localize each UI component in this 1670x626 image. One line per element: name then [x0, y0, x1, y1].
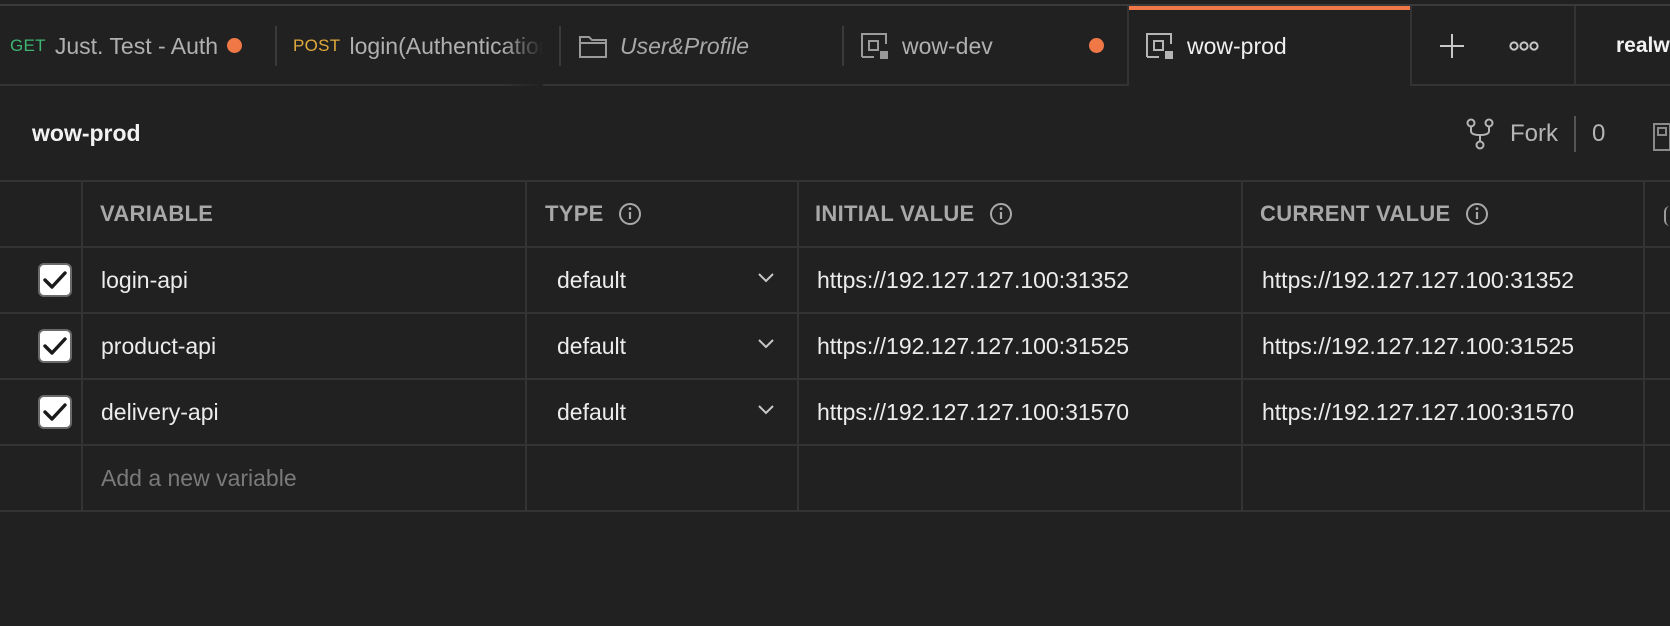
active-tab-indicator	[1129, 6, 1410, 10]
header-check-cell	[0, 182, 83, 246]
column-header-type: TYPE	[527, 182, 799, 246]
fork-count[interactable]: 0	[1592, 120, 1605, 148]
fork-divider	[1574, 116, 1576, 152]
environment-title[interactable]: wow-prod	[32, 120, 141, 147]
tab-label: Just. Test - Auth	[54, 32, 219, 59]
variable-name-cell[interactable]: product-api	[83, 314, 527, 378]
column-header-initial-value: INITIAL VALUE	[799, 182, 1243, 246]
fork-icon	[1466, 118, 1494, 150]
tab-label: User&Profile	[620, 32, 750, 59]
column-options-cell[interactable]	[1645, 182, 1670, 246]
new-variable-input[interactable]: Add a new variable	[83, 446, 527, 510]
info-icon[interactable]	[1465, 202, 1489, 226]
variable-name-cell[interactable]: delivery-api	[83, 380, 527, 444]
chevron-down-icon	[758, 339, 774, 349]
post-method-label: POST	[293, 36, 341, 55]
current-value-cell[interactable]: https://192.127.127.100:31352	[1243, 248, 1645, 312]
enable-checkbox-cell	[0, 314, 83, 378]
tab-divider	[559, 26, 561, 66]
tab-just-test-auth[interactable]: GET Just. Test - Auth	[0, 6, 262, 86]
column-header-current-value: CURRENT VALUE	[1243, 182, 1645, 246]
checkmark-icon	[42, 403, 67, 421]
current-value-cell[interactable]: https://192.127.127.100:31570	[1243, 380, 1645, 444]
new-tab-button[interactable]	[1432, 6, 1472, 86]
initial-value-cell[interactable]: https://192.127.127.100:31525	[799, 314, 1243, 378]
enable-checkbox[interactable]	[37, 395, 72, 429]
save-icon	[1653, 123, 1670, 151]
more-horizontal-icon	[1509, 41, 1539, 51]
environment-icon	[1145, 31, 1175, 61]
fork-button[interactable]: Fork	[1466, 118, 1558, 150]
current-value-cell[interactable]: https://192.127.127.100:31525	[1243, 314, 1645, 378]
tab-bar: GET Just. Test - Auth POST login(Authent…	[0, 6, 1670, 86]
tab-options-button[interactable]	[1504, 6, 1544, 86]
checkmark-icon	[42, 337, 67, 355]
fork-control: Fork 0	[1466, 116, 1605, 152]
new-initial-value-cell[interactable]	[799, 446, 1243, 510]
environment-header: wow-prod Fork 0	[0, 86, 1670, 182]
chevron-down-icon	[758, 273, 774, 283]
add-variable-row: Add a new variable	[0, 446, 1670, 512]
tab-label: wow-prod	[1187, 32, 1287, 59]
get-method-label: GET	[10, 36, 46, 55]
tab-divider	[275, 26, 277, 66]
tab-divider	[842, 26, 844, 66]
type-select[interactable]: default	[527, 248, 799, 312]
folder-icon	[578, 33, 608, 59]
type-select[interactable]: default	[527, 314, 799, 378]
column-options-icon	[1664, 206, 1670, 226]
initial-value-cell[interactable]: https://192.127.127.100:31352	[799, 248, 1243, 312]
empty-check-cell	[0, 446, 83, 510]
variable-name-cell[interactable]: login-api	[83, 248, 527, 312]
environment-icon	[860, 31, 890, 61]
unsaved-dot-icon	[227, 38, 242, 53]
enable-checkbox[interactable]	[37, 263, 72, 297]
type-select[interactable]: default	[527, 380, 799, 444]
save-button[interactable]	[1652, 122, 1670, 157]
table-header-row: VARIABLE TYPE INITIAL VALUE CURRENT VALU…	[0, 182, 1670, 248]
tab-user-profile[interactable]: User&Profile	[578, 6, 840, 86]
column-header-variable: VARIABLE	[83, 182, 527, 246]
enable-checkbox[interactable]	[37, 329, 72, 363]
initial-value-cell[interactable]: https://192.127.127.100:31570	[799, 380, 1243, 444]
tab-label: wow-dev	[902, 32, 993, 59]
tab-login[interactable]: POST login(Authentication	[293, 6, 543, 86]
chevron-down-icon	[758, 405, 774, 415]
new-type-cell[interactable]	[527, 446, 799, 510]
info-icon[interactable]	[618, 202, 642, 226]
fork-label: Fork	[1510, 120, 1558, 147]
table-row: product-api default https://192.127.127.…	[0, 314, 1670, 380]
tab-wow-prod[interactable]: wow-prod	[1127, 6, 1412, 86]
plus-icon	[1440, 34, 1464, 58]
checkmark-icon	[42, 271, 67, 289]
new-current-value-cell[interactable]	[1243, 446, 1645, 510]
enable-checkbox-cell	[0, 380, 83, 444]
workspace-selector[interactable]: realw	[1574, 6, 1670, 86]
enable-checkbox-cell	[0, 248, 83, 312]
info-icon[interactable]	[989, 202, 1013, 226]
workspace-label: realw	[1616, 34, 1670, 57]
unsaved-dot-icon	[1089, 38, 1104, 53]
tab-wow-dev[interactable]: wow-dev	[860, 6, 1126, 86]
table-row: delivery-api default https://192.127.127…	[0, 380, 1670, 446]
table-row: login-api default https://192.127.127.10…	[0, 248, 1670, 314]
